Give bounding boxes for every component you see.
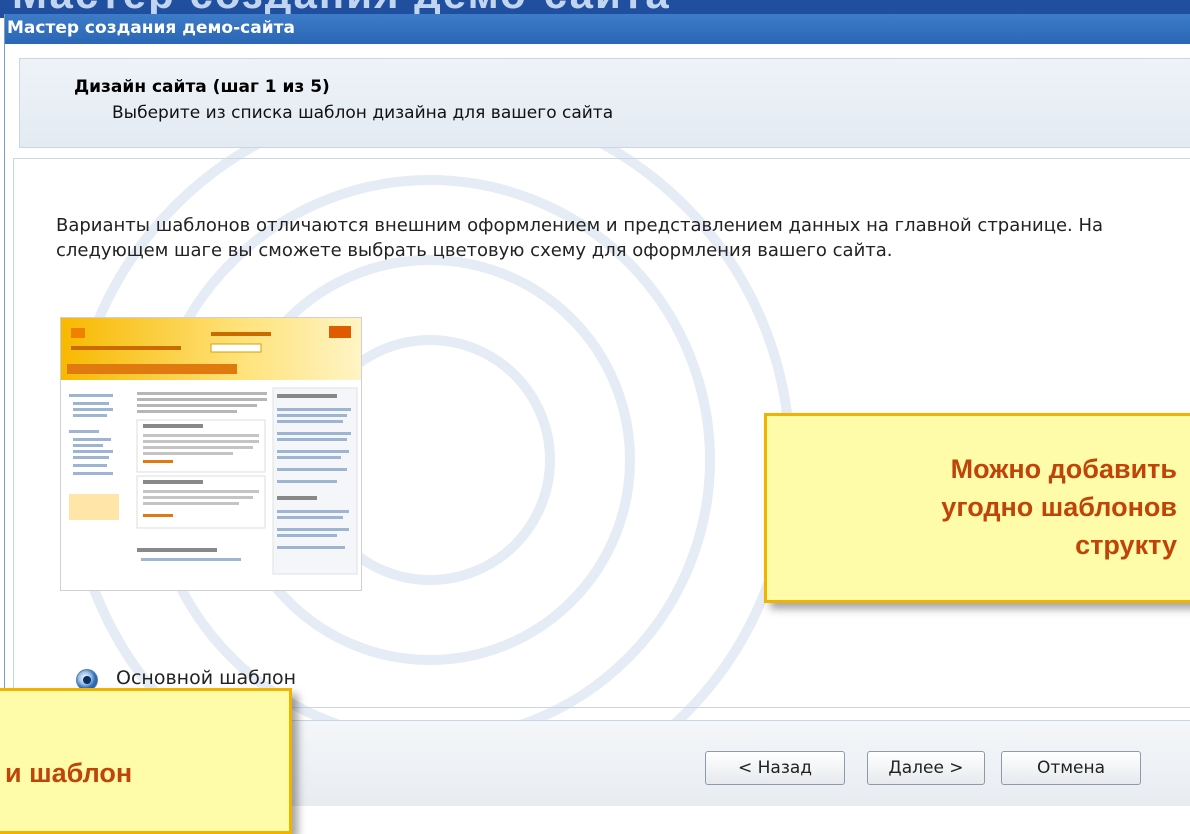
step-subtitle: Выберите из списка шаблон дизайна для ва…: [112, 103, 614, 123]
callout-add-templates-text: Можно добавить угодно шаблонов структу: [657, 450, 1177, 564]
template-preview-illustration: [61, 318, 361, 575]
callout-line-1: Можно добавить: [950, 454, 1177, 484]
template-preview-image[interactable]: [60, 317, 362, 591]
back-button[interactable]: < Назад: [705, 751, 845, 785]
callout-line-2: угодно шаблонов: [941, 492, 1177, 522]
callout-template: и шаблон: [0, 688, 292, 834]
template-option-label: Основной шаблон: [116, 667, 297, 689]
step-title: Дизайн сайта (шаг 1 из 5): [74, 77, 330, 97]
window-titlebar: Мастер создания демо-сайта: [5, 14, 1190, 44]
step-header: Дизайн сайта (шаг 1 из 5) Выберите из сп…: [19, 58, 1190, 148]
callout-template-text: и шаблон: [5, 758, 133, 788]
callout-add-templates: Можно добавить угодно шаблонов структу: [764, 413, 1190, 603]
next-button[interactable]: Далее >: [867, 751, 985, 785]
cancel-button[interactable]: Отмена: [1001, 751, 1141, 785]
template-description: Варианты шаблонов отличаются внешним офо…: [56, 215, 1104, 261]
window-title: Мастер создания демо-сайта: [7, 18, 295, 38]
callout-line-3: структу: [1075, 530, 1177, 560]
